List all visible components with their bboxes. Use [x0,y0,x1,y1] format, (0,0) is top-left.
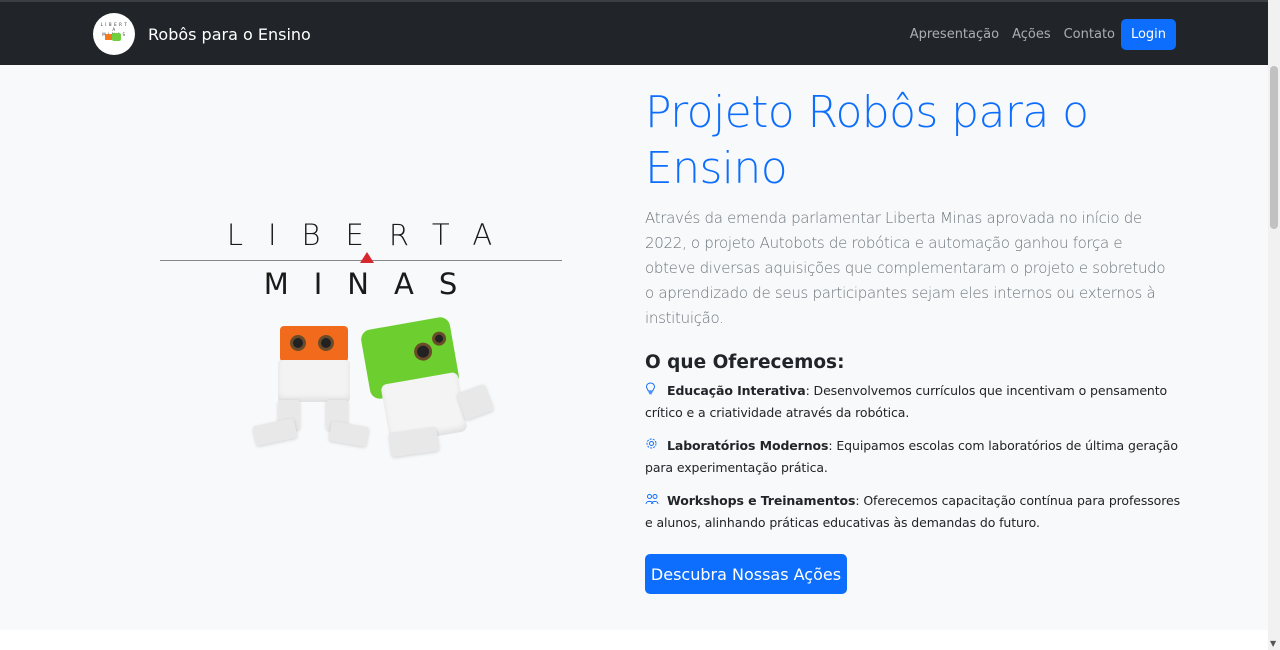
logo-bottom-text: MINAS [263,267,483,301]
offer-item: Educação Interativa: Desenvolvemos currí… [645,381,1180,423]
nav-link-contato[interactable]: Contato [1064,27,1115,42]
brand-name: Robôs para o Ensino [148,24,311,44]
scroll-down-arrow-icon[interactable]: ▼ [1270,639,1276,648]
nav-link-apresentacao[interactable]: Apresentação [910,27,999,42]
top-navbar: L I B E R T AM I N A S Robôs para o Ensi… [0,0,1268,65]
nav-links: Apresentação Ações Contato [910,27,1115,42]
offers-heading: O que Oferecemos: [645,352,845,373]
hero-content: Projeto Robôs para o Ensino Através da e… [645,85,1180,594]
scrollbar-thumb[interactable] [1270,66,1278,229]
liberta-minas-robots-image: LIBERTA MINAS [160,218,562,476]
next-section [0,630,1268,650]
offer-item: Laboratórios Modernos: Equipamos escolas… [645,436,1180,478]
logo-top-text: LIBERTA [226,218,518,252]
orange-robot-body [278,360,350,402]
orange-robot-head [280,326,348,362]
people-icon [645,492,659,513]
discover-actions-button[interactable]: Descubra Nossas Ações [645,554,847,594]
lead-paragraph: Através da emenda parlamentar Liberta Mi… [645,209,1166,327]
login-button[interactable]: Login [1121,19,1176,50]
gear-icon [645,437,659,458]
brand-logo: L I B E R T AM I N A S [93,13,135,55]
robot-foot [388,426,440,458]
offer-title: Educação Interativa [667,383,806,398]
robot-foot [252,417,298,447]
offer-item: Workshops e Treinamentos: Oferecemos cap… [645,491,1180,533]
offers-list: Educação Interativa: Desenvolvemos currí… [645,381,1180,533]
page-title: Projeto Robôs para o Ensino [645,87,1089,194]
offer-title: Workshops e Treinamentos [667,493,856,508]
offer-title: Laboratórios Modernos [667,438,829,453]
brand-link[interactable]: L I B E R T AM I N A S Robôs para o Ensi… [93,13,311,55]
lightbulb-icon [645,382,659,403]
robot-foot [328,420,370,448]
nav-link-acoes[interactable]: Ações [1012,27,1051,42]
logo-triangle-icon [360,252,374,263]
vertical-scrollbar[interactable]: ▼ [1268,0,1280,650]
